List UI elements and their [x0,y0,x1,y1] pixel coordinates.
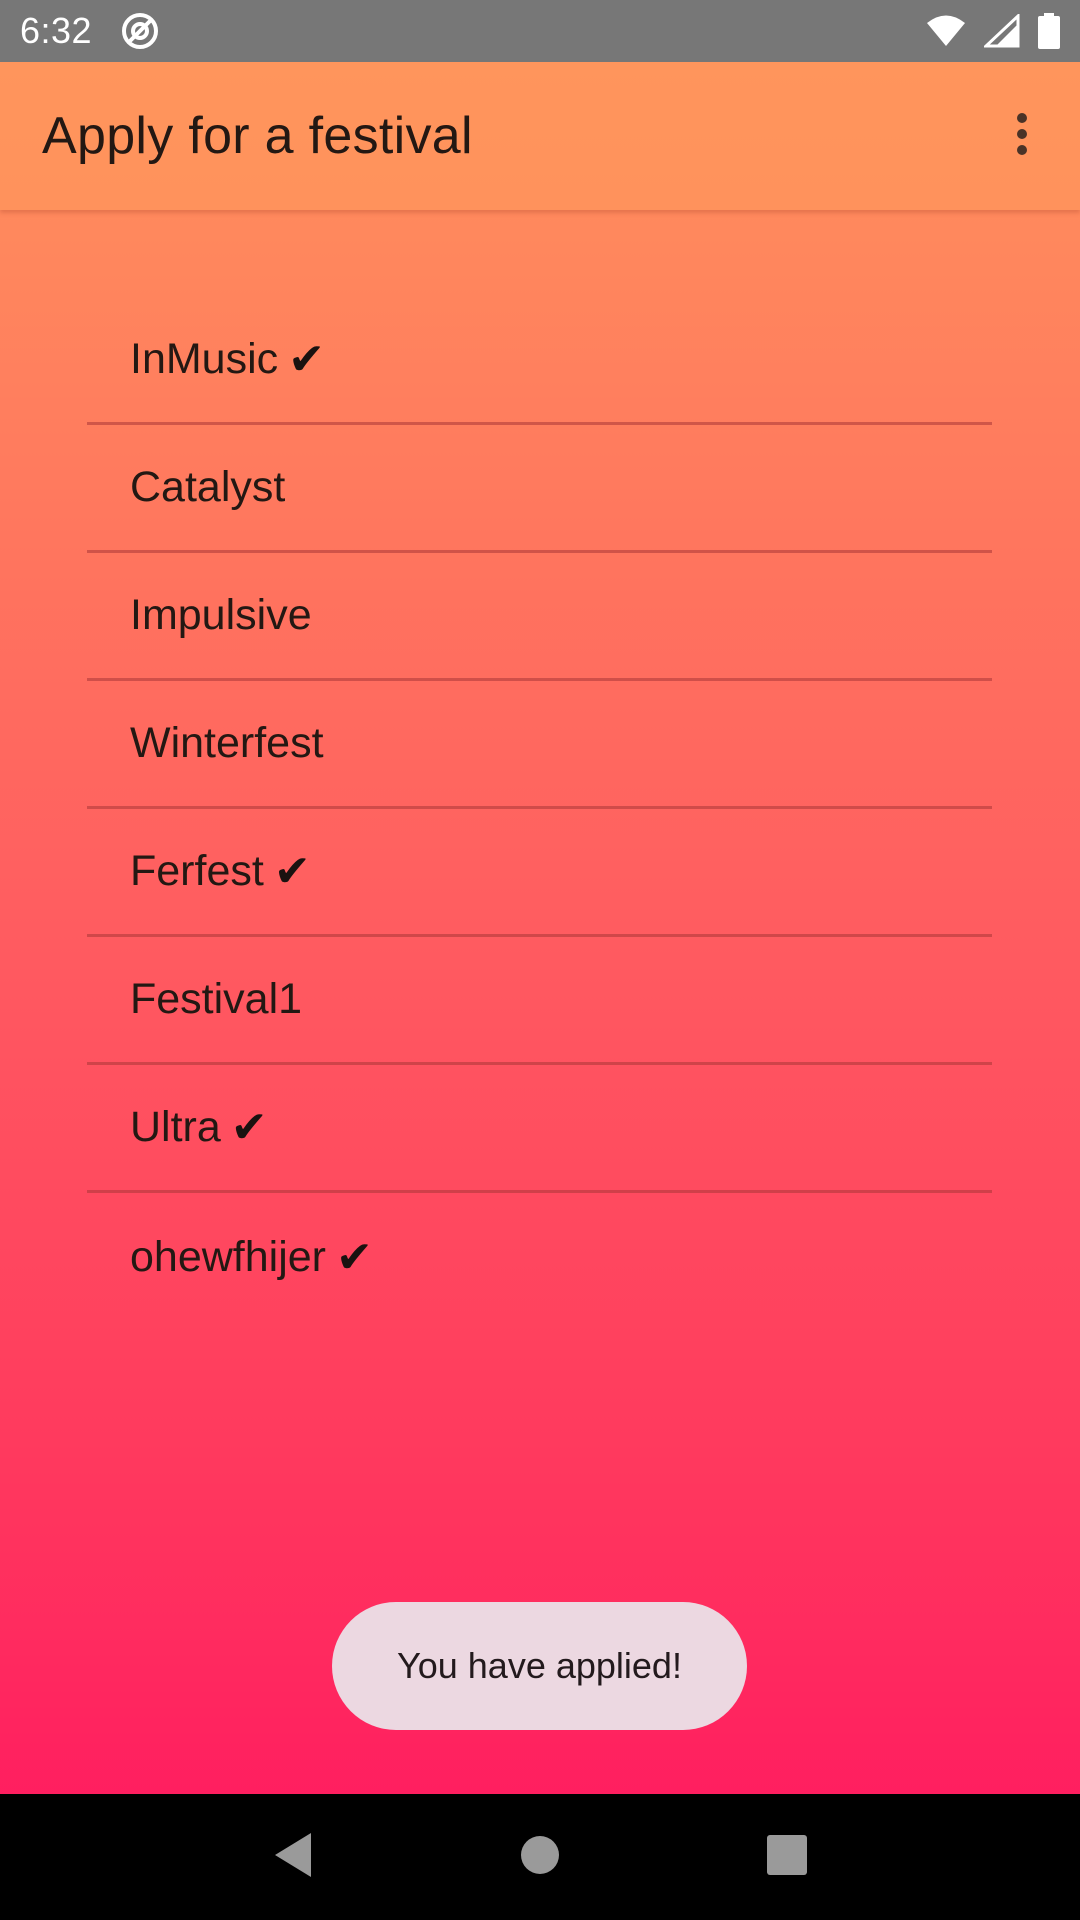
festival-item[interactable]: Impulsive [87,553,992,681]
festival-item[interactable]: Ultra ✔ [87,1065,992,1193]
page-title: Apply for a festival [42,107,473,165]
status-right [926,13,1060,49]
festival-name: ohewfhijer [130,1232,326,1281]
status-time: 6:32 [20,10,93,51]
festival-name: Catalyst [130,463,286,511]
festival-item[interactable]: Catalyst [87,425,992,553]
wifi-icon [926,14,966,48]
festival-name: Impulsive [130,591,312,639]
signal-icon [984,14,1020,48]
recents-icon [766,1834,808,1881]
check-icon: ✔ [230,1102,268,1153]
back-button[interactable] [248,1812,338,1902]
at-sign-icon [120,11,160,51]
festival-name: Ferfest [130,847,264,895]
festival-name: Winterfest [130,719,324,767]
battery-icon [1038,13,1060,49]
status-left: 6:32 [20,10,160,52]
back-icon [271,1831,315,1884]
festival-name: InMusic [130,335,279,383]
festival-name: Festival1 [130,975,303,1023]
festival-name: Ultra [130,1103,221,1151]
festival-item[interactable]: ohewfhijer ✔ [87,1193,992,1321]
festival-item[interactable]: Winterfest [87,681,992,809]
more-options-button[interactable] [992,106,1052,166]
toast-text: You have applied! [397,1645,682,1686]
festival-item[interactable]: InMusic ✔ [87,297,992,425]
check-icon: ✔ [273,846,311,897]
home-button[interactable] [495,1812,585,1902]
festival-item[interactable]: Festival1 [87,937,992,1065]
navigation-bar [0,1794,1080,1920]
recents-button[interactable] [742,1812,832,1902]
festival-list: InMusic ✔ Catalyst Impulsive Winterfest … [87,297,992,1321]
app-bar: Apply for a festival [0,62,1080,210]
festival-item[interactable]: Ferfest ✔ [87,809,992,937]
app-screen: 6:32 Apply for a festival InMusic ✔ Cata… [0,0,1080,1920]
more-vert-icon [1015,112,1029,161]
toast-message: You have applied! [332,1602,747,1730]
check-icon: ✔ [288,334,326,385]
check-icon: ✔ [336,1231,373,1283]
status-bar: 6:32 [0,0,1080,62]
home-icon [518,1833,562,1882]
